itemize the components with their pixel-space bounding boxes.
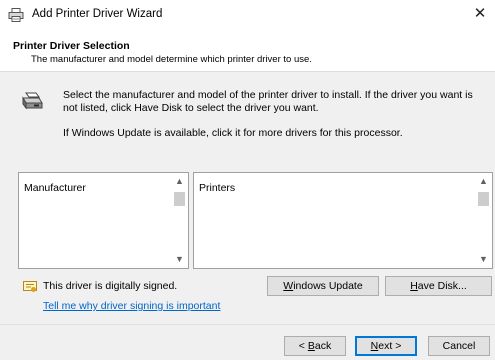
- title-bar: Add Printer Driver Wizard ✕: [0, 0, 495, 30]
- chevron-down-icon[interactable]: ▼: [475, 251, 492, 268]
- chevron-up-icon[interactable]: ▲: [171, 173, 188, 190]
- scroll-thumb[interactable]: [174, 192, 185, 206]
- next-button[interactable]: Next >: [355, 336, 417, 356]
- manufacturer-list-header: Manufacturer: [24, 182, 86, 194]
- printers-list[interactable]: Printers ▲ ▼: [193, 172, 493, 269]
- printer-icon: [22, 92, 43, 110]
- windows-update-note: If Windows Update is available, click it…: [63, 127, 403, 139]
- close-button[interactable]: ✕: [465, 0, 495, 30]
- have-disk-button[interactable]: Have Disk...: [385, 276, 492, 296]
- wizard-header: Printer Driver Selection The manufacture…: [0, 30, 495, 72]
- printer-icon: [8, 8, 24, 22]
- page-subtitle: The manufacturer and model determine whi…: [31, 54, 312, 65]
- certificate-icon: [23, 281, 37, 292]
- printers-scrollbar[interactable]: ▲ ▼: [475, 173, 492, 268]
- scroll-thumb[interactable]: [478, 192, 489, 206]
- page-title: Printer Driver Selection: [13, 40, 130, 52]
- back-button[interactable]: < Back: [284, 336, 346, 356]
- driver-signing-link[interactable]: Tell me why driver signing is important: [43, 300, 220, 312]
- printers-list-header: Printers: [199, 182, 236, 194]
- windows-update-button[interactable]: Windows Update: [267, 276, 379, 296]
- manufacturer-scrollbar[interactable]: ▲ ▼: [171, 173, 188, 268]
- window-title: Add Printer Driver Wizard: [32, 8, 163, 20]
- chevron-down-icon[interactable]: ▼: [171, 251, 188, 268]
- signature-status: This driver is digitally signed.: [43, 280, 178, 292]
- manufacturer-list[interactable]: Manufacturer ▲ ▼: [18, 172, 189, 269]
- wizard-content: Select the manufacturer and model of the…: [0, 72, 495, 324]
- chevron-up-icon[interactable]: ▲: [475, 173, 492, 190]
- wizard-footer: < Back Next > Cancel: [0, 325, 495, 360]
- close-icon: ✕: [473, 5, 487, 22]
- cancel-button[interactable]: Cancel: [428, 336, 490, 356]
- instructions-text: Select the manufacturer and model of the…: [63, 89, 473, 114]
